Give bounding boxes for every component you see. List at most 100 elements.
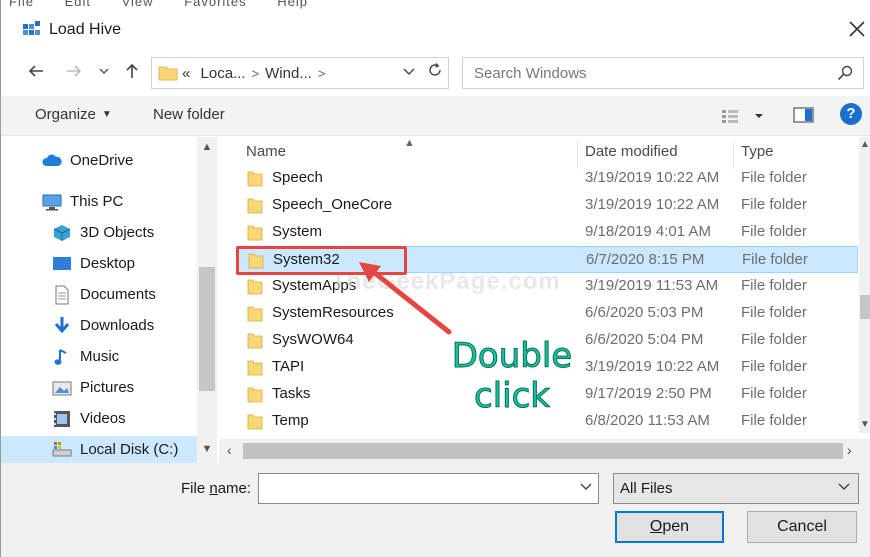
- file-type: File folder: [742, 251, 808, 268]
- search-box[interactable]: Search Windows: [462, 57, 864, 89]
- scroll-up-icon[interactable]: ▲: [859, 139, 870, 150]
- scroll-right-icon[interactable]: ›: [847, 442, 852, 458]
- address-bar[interactable]: « Loca... > Wind... >: [151, 57, 449, 89]
- title-bar: Load Hive: [1, 10, 870, 50]
- forward-button[interactable]: [63, 62, 85, 84]
- scroll-down-icon[interactable]: ▼: [197, 443, 217, 455]
- scroll-left-icon[interactable]: ‹: [227, 442, 232, 458]
- file-row[interactable]: System 9/18/2019 4:01 AM File folder: [236, 219, 858, 246]
- file-type: File folder: [741, 277, 807, 294]
- nav-item-onedrive[interactable]: OneDrive: [1, 147, 197, 175]
- file-name: Speech_OneCore: [272, 196, 393, 213]
- file-name: Speech: [272, 169, 323, 186]
- menu-item[interactable]: View: [122, 0, 154, 9]
- nav-item-label: Pictures: [80, 379, 135, 396]
- file-date: 3/19/2019 11:53 AM: [585, 277, 719, 294]
- help-button[interactable]: ?: [840, 103, 862, 125]
- open-button[interactable]: Open: [615, 511, 724, 543]
- folder-icon: [247, 171, 263, 187]
- navigation-bar: « Loca... > Wind... > Search Windows: [1, 54, 870, 92]
- organize-label: Organize: [35, 106, 96, 123]
- file-name: Temp: [272, 412, 309, 429]
- folder-icon: [158, 66, 178, 81]
- nav-item-documents[interactable]: Documents: [1, 281, 197, 309]
- file-name-label-part: File: [181, 480, 210, 497]
- file-type: File folder: [741, 331, 807, 348]
- menu-item[interactable]: File: [9, 0, 34, 9]
- file-list-horizontal-scrollbar[interactable]: ‹ ›: [219, 439, 870, 463]
- nav-item-label: This PC: [70, 193, 124, 210]
- scrollbar-thumb[interactable]: [860, 295, 870, 319]
- search-icon[interactable]: [837, 65, 853, 81]
- nav-item-3d-objects[interactable]: 3D Objects: [1, 219, 197, 247]
- scrollbar-thumb[interactable]: [243, 443, 843, 459]
- chevron-down-icon[interactable]: [580, 482, 592, 495]
- file-name-label: File name:: [181, 480, 251, 497]
- nav-item-desktop[interactable]: Desktop: [1, 250, 197, 278]
- recent-locations-button[interactable]: [97, 62, 111, 84]
- desktop-icon: [53, 257, 71, 270]
- breadcrumb: « Loca... > Wind... >: [182, 65, 331, 82]
- folder-icon: [247, 225, 263, 241]
- cube-icon: [53, 225, 71, 241]
- nav-item-videos[interactable]: Videos: [1, 405, 197, 433]
- scrollbar-thumb[interactable]: [199, 267, 215, 391]
- nav-item-label: Downloads: [80, 317, 155, 334]
- close-icon: [849, 21, 865, 37]
- sort-ascending-icon: ▲: [404, 137, 415, 149]
- file-date: 6/6/2020 5:03 PM: [585, 304, 704, 321]
- file-type: File folder: [741, 223, 807, 240]
- file-date: 3/19/2019 10:22 AM: [585, 358, 720, 375]
- file-row[interactable]: Speech 3/19/2019 10:22 AM File folder: [236, 165, 858, 192]
- annotation-text: Double click: [447, 336, 577, 417]
- back-button[interactable]: [25, 62, 47, 84]
- nav-item-this-pc[interactable]: This PC: [1, 188, 197, 216]
- load-hive-dialog: File Edit View Favorites Help Load Hive: [0, 0, 870, 557]
- new-folder-button[interactable]: New folder: [153, 106, 225, 123]
- breadcrumb-overflow[interactable]: «: [182, 65, 190, 82]
- nav-item-local-disk[interactable]: Local Disk (C:): [1, 436, 197, 463]
- folder-icon: [247, 279, 263, 295]
- annotation-line: click: [474, 376, 551, 417]
- document-icon: [55, 285, 69, 305]
- breadcrumb-item[interactable]: Loca...: [201, 65, 246, 82]
- address-dropdown[interactable]: [401, 65, 417, 80]
- change-view-button[interactable]: [721, 106, 767, 126]
- menu-item[interactable]: Favorites: [184, 0, 246, 9]
- nav-item-pictures[interactable]: Pictures: [1, 374, 197, 402]
- cancel-button[interactable]: Cancel: [747, 511, 857, 543]
- refresh-icon: [429, 63, 441, 76]
- scroll-up-icon[interactable]: ▲: [197, 141, 217, 153]
- nav-item-music[interactable]: Music: [1, 343, 197, 371]
- arrow-up-icon: [126, 63, 138, 78]
- file-date: 6/8/2020 11:53 AM: [585, 412, 710, 429]
- folder-icon: [247, 360, 263, 376]
- folder-icon: [247, 414, 263, 430]
- command-toolbar: Organize ▼ New folder ?: [1, 96, 870, 136]
- breadcrumb-item[interactable]: Wind...: [265, 65, 312, 82]
- file-name-input[interactable]: [258, 473, 599, 504]
- file-row[interactable]: Speech_OneCore 3/19/2019 10:22 AM File f…: [236, 192, 858, 219]
- file-name-label-accel: n: [209, 480, 218, 497]
- close-button[interactable]: [844, 16, 870, 42]
- arrow-right-icon: [67, 65, 82, 77]
- menu-item[interactable]: Help: [277, 0, 308, 9]
- file-name: TAPI: [272, 358, 305, 375]
- breadcrumb-separator[interactable]: >: [318, 66, 326, 81]
- file-type-filter[interactable]: All Files: [613, 473, 859, 504]
- nav-pane-scrollbar[interactable]: ▲ ▼: [197, 137, 217, 463]
- file-type: File folder: [741, 358, 807, 375]
- file-row[interactable]: SystemResources 6/6/2020 5:03 PM File fo…: [236, 300, 858, 327]
- menu-item[interactable]: Edit: [65, 0, 91, 9]
- up-button[interactable]: [121, 62, 143, 84]
- navigation-pane: OneDrive This PC 3D Objects Desktop Docu…: [1, 137, 219, 463]
- organize-button[interactable]: Organize ▼: [35, 106, 112, 123]
- file-list-vertical-scrollbar[interactable]: ▲ ▼: [859, 137, 870, 433]
- refresh-button[interactable]: [424, 62, 446, 84]
- scroll-down-icon[interactable]: ▼: [859, 419, 870, 430]
- nav-item-downloads[interactable]: Downloads: [1, 312, 197, 340]
- preview-pane-button[interactable]: [793, 106, 815, 124]
- computer-icon: [42, 194, 62, 211]
- folder-icon: [247, 198, 263, 214]
- breadcrumb-separator[interactable]: >: [252, 66, 260, 81]
